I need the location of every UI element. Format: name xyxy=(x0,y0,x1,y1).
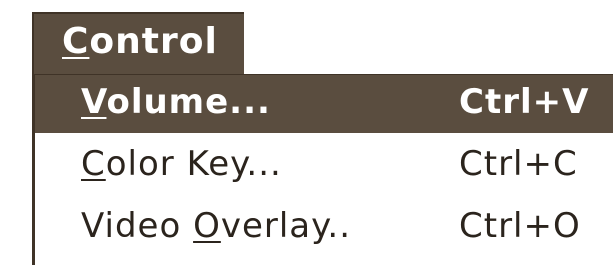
mnemonic-c: C xyxy=(81,144,106,184)
menu-item-color-key-shortcut: Ctrl+C xyxy=(459,144,578,184)
menu-control-label: Control xyxy=(62,24,218,60)
menu-item-video-overlay[interactable]: Video Overlay.. Ctrl+O xyxy=(35,199,613,257)
menu-item-video-overlay-label: Video Overlay.. xyxy=(81,209,351,243)
menu-control-label-rest: ontrol xyxy=(89,21,218,62)
mnemonic-v: V xyxy=(81,82,107,122)
menu-item-volume-shortcut: Ctrl+V xyxy=(459,82,590,122)
mnemonic-c: C xyxy=(62,21,90,62)
label-suffix: olor Key... xyxy=(105,144,282,184)
label-prefix: Video xyxy=(81,206,194,246)
label-suffix: olume... xyxy=(106,82,271,122)
menu-item-volume[interactable]: Volume... Ctrl+V xyxy=(35,75,613,133)
menu-item-volume-label: Volume... xyxy=(81,85,271,119)
label-suffix: verlay.. xyxy=(220,206,352,246)
control-dropdown: Volume... Ctrl+V Color Key... Ctrl+C Vid… xyxy=(32,74,613,265)
menu-control[interactable]: Control xyxy=(32,12,244,74)
menu-item-color-key-label: Color Key... xyxy=(81,147,282,181)
mnemonic-o: O xyxy=(193,206,221,246)
menu-item-video-overlay-shortcut: Ctrl+O xyxy=(459,206,581,246)
menu-item-color-key[interactable]: Color Key... Ctrl+C xyxy=(35,137,613,195)
